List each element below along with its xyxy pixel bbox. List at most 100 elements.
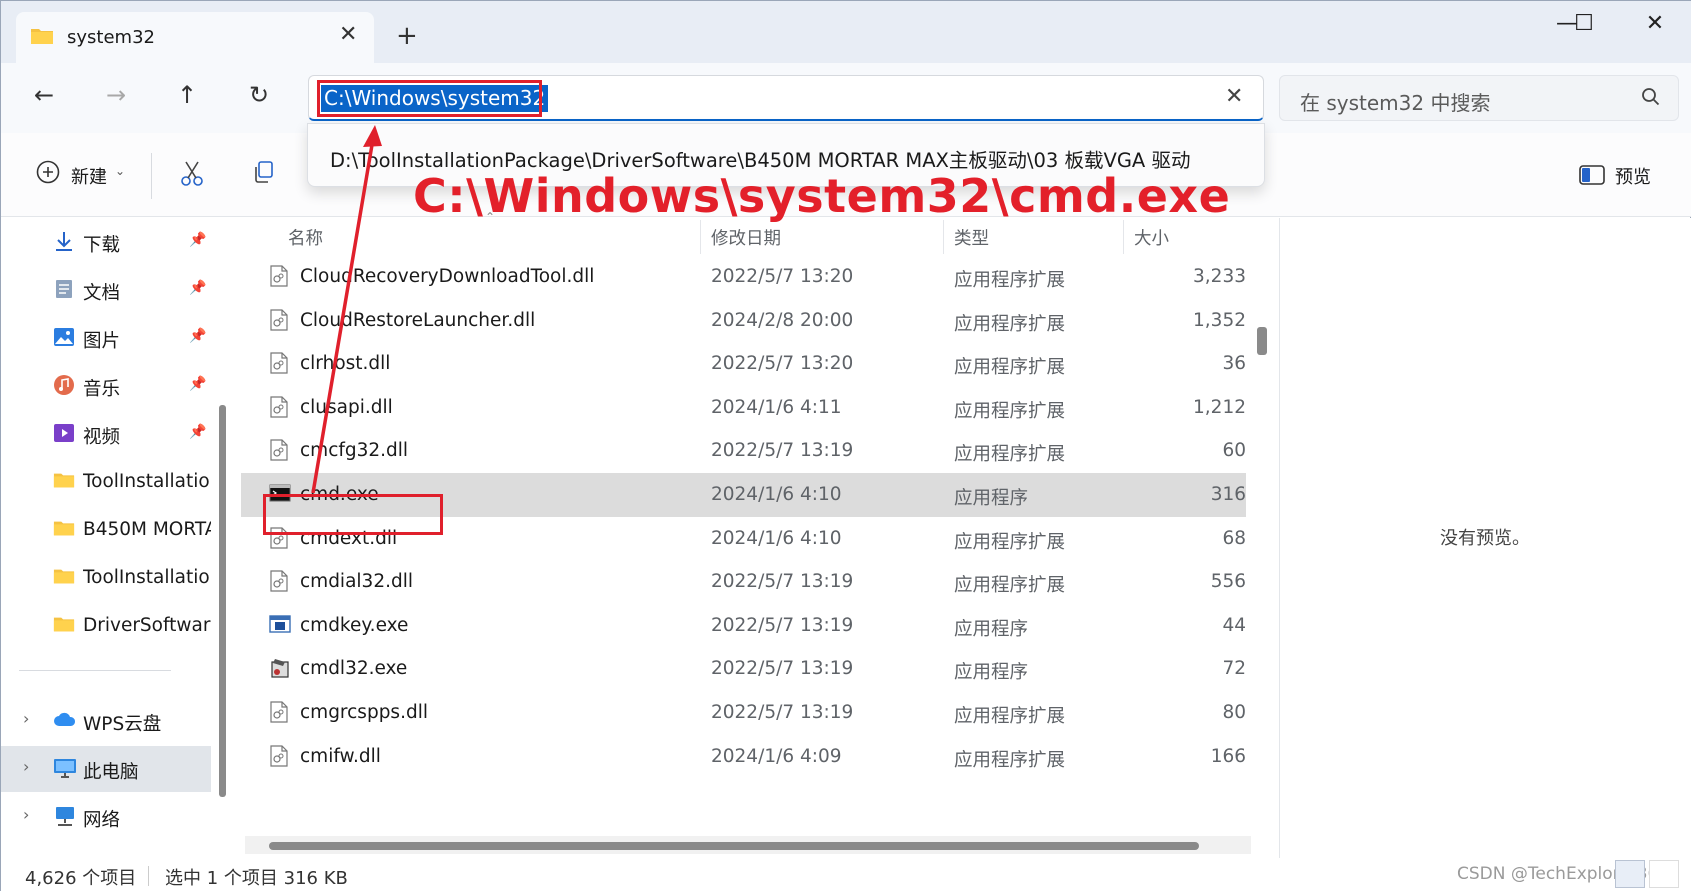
chevron-right-icon[interactable]: ›	[23, 709, 29, 728]
status-bar: 4,626 个项目 选中 1 个项目 316 KB CSDN @TechExpl…	[1, 858, 1691, 892]
sidebar-item-documents[interactable]: 文档 📌	[1, 267, 211, 313]
chevron-right-icon[interactable]: ›	[23, 805, 29, 824]
sidebar-item-label: 此电脑	[83, 762, 139, 783]
cut-icon[interactable]	[179, 159, 205, 191]
file-name: cmdkey.exe	[300, 614, 409, 636]
back-button[interactable]: ←	[26, 81, 62, 109]
download-icon	[53, 230, 75, 256]
file-type: 应用程序扩展	[954, 575, 1066, 597]
sidebar-divider	[19, 670, 171, 671]
title-bar: system32 ✕ + — ☐ ✕	[1, 1, 1691, 63]
folder-icon	[53, 566, 75, 590]
file-size: 166	[1210, 745, 1246, 767]
file-type: 应用程序扩展	[954, 357, 1066, 379]
file-date: 2024/1/6 4:11	[711, 396, 842, 418]
file-type: 应用程序	[954, 618, 1029, 640]
file-name: cmgrcspps.dll	[300, 702, 428, 723]
column-divider[interactable]	[943, 220, 944, 254]
sidebar-item-wps-cloud[interactable]: › WPS云盘	[1, 698, 211, 744]
plus-circle-icon	[35, 159, 61, 189]
file-row[interactable]: cmifw.dll 2024/1/6 4:09 应用程序扩展 166	[241, 735, 1246, 779]
sidebar-item-folder[interactable]: DriverSoftware	[1, 603, 211, 649]
sidebar-item-folder[interactable]: ToolInstallation	[1, 555, 211, 601]
sidebar-item-pictures[interactable]: 图片 📌	[1, 315, 211, 361]
file-name: CloudRecoveryDownloadTool.dll	[300, 266, 595, 287]
sidebar-item-downloads[interactable]: 下载 📌	[1, 219, 211, 265]
app-window-icon	[269, 614, 291, 638]
cmd-exe-highlight-box	[263, 494, 443, 535]
sidebar-item-videos[interactable]: 视频 📌	[1, 411, 211, 457]
pin-icon[interactable]: 📌	[189, 280, 206, 296]
search-icon[interactable]	[1640, 86, 1662, 112]
tiles-view-button[interactable]	[1649, 860, 1679, 888]
search-box[interactable]: 在 system32 中搜索	[1279, 75, 1679, 121]
file-row[interactable]: CloudRecoveryDownloadTool.dll 2022/5/7 13…	[241, 255, 1246, 299]
file-row[interactable]: cmdl32.exe 2022/5/7 13:19 应用程序 72	[241, 647, 1246, 691]
horizontal-scrollbar-thumb[interactable]	[269, 842, 1199, 850]
file-row[interactable]: clusapi.dll 2024/1/6 4:11 应用程序扩展 1,212	[241, 386, 1246, 430]
file-size: 60	[1222, 440, 1246, 462]
search-input[interactable]: 在 system32 中搜索	[1300, 87, 1490, 116]
clear-address-icon[interactable]: ✕	[1225, 84, 1243, 109]
file-date: 2022/5/7 13:19	[711, 658, 854, 680]
address-bar[interactable]: C:\Windows\system32 ✕	[308, 75, 1264, 121]
pin-icon[interactable]: 📌	[189, 424, 206, 440]
sidebar-item-label: WPS云盘	[83, 714, 162, 735]
forward-button[interactable]: →	[98, 81, 134, 109]
file-name: clrhost.dll	[300, 353, 391, 375]
sidebar-scrollbar[interactable]	[219, 405, 226, 797]
sidebar-item-music[interactable]: 音乐 📌	[1, 363, 211, 409]
file-size: 68	[1222, 527, 1246, 549]
computer-icon	[53, 757, 77, 783]
refresh-button[interactable]: ↻	[241, 81, 277, 109]
preview-pane-icon	[1579, 165, 1605, 189]
file-row[interactable]: clrhost.dll 2022/5/7 13:20 应用程序扩展 36	[241, 342, 1246, 386]
horizontal-scrollbar[interactable]	[245, 836, 1251, 854]
sidebar-item-folder[interactable]: B450M MORTAR	[1, 507, 211, 553]
file-type: 应用程序扩展	[954, 444, 1066, 466]
tab-title: system32	[67, 27, 155, 48]
up-button[interactable]: ↑	[169, 81, 205, 109]
item-count: 4,626 个项目	[25, 868, 137, 889]
copy-icon[interactable]	[251, 159, 277, 189]
sidebar-item-this-pc[interactable]: › 此电脑	[1, 746, 211, 792]
sidebar-item-folder[interactable]: ToolInstallation	[1, 459, 211, 505]
file-type: 应用程序扩展	[954, 749, 1066, 771]
column-divider[interactable]	[1123, 220, 1124, 254]
file-row[interactable]: cmcfg32.dll 2022/5/7 13:19 应用程序扩展 60	[241, 429, 1246, 473]
file-date: 2022/5/7 13:19	[711, 440, 854, 462]
tab-system32[interactable]: system32 ✕	[16, 12, 374, 63]
folder-icon	[53, 518, 75, 542]
pin-icon[interactable]: 📌	[189, 328, 206, 344]
maximize-button[interactable]: ☐	[1564, 11, 1604, 36]
file-row[interactable]: cmdkey.exe 2022/5/7 13:19 应用程序 44	[241, 604, 1246, 648]
dll-icon	[269, 701, 289, 727]
details-view-button[interactable]	[1615, 860, 1645, 888]
installer-icon	[269, 657, 291, 683]
file-row[interactable]: CloudRestoreLauncher.dll 2024/2/8 20:00 应用…	[241, 299, 1246, 343]
sidebar-item-label: ToolInstallation	[83, 471, 211, 492]
file-size: 80	[1222, 702, 1246, 723]
sidebar-item-label: B450M MORTAR	[83, 519, 211, 540]
new-tab-button[interactable]: +	[396, 21, 418, 51]
dll-icon	[269, 265, 289, 291]
sidebar-item-label: ToolInstallation	[83, 567, 211, 588]
new-button-label: 新建	[71, 167, 107, 188]
pin-icon[interactable]: 📌	[189, 376, 206, 392]
no-preview-text: 没有预览。	[1440, 528, 1530, 549]
file-date: 2022/5/7 13:19	[711, 702, 854, 723]
column-divider[interactable]	[700, 220, 701, 254]
file-row[interactable]: cmgrcspps.dll 2022/5/7 13:19 应用程序扩展 80	[241, 691, 1246, 735]
chevron-right-icon[interactable]: ›	[23, 757, 29, 776]
file-name: cmdl32.exe	[300, 658, 408, 680]
close-button[interactable]: ✕	[1635, 11, 1675, 36]
navigation-pane: 下载 📌 文档 📌 图片 📌 音乐 📌 视频 📌 ToolInstallatio…	[1, 218, 233, 858]
pin-icon[interactable]: 📌	[189, 232, 206, 248]
file-type: 应用程序	[954, 488, 1029, 509]
picture-icon	[53, 326, 75, 352]
file-date: 2024/1/6 4:10	[711, 484, 842, 505]
file-row[interactable]: cmdial32.dll 2022/5/7 13:19 应用程序扩展 556	[241, 560, 1246, 604]
sidebar-item-network[interactable]: › 网络	[1, 794, 211, 840]
tab-close-icon[interactable]: ✕	[339, 22, 357, 47]
file-list-scrollbar[interactable]	[1257, 327, 1267, 355]
